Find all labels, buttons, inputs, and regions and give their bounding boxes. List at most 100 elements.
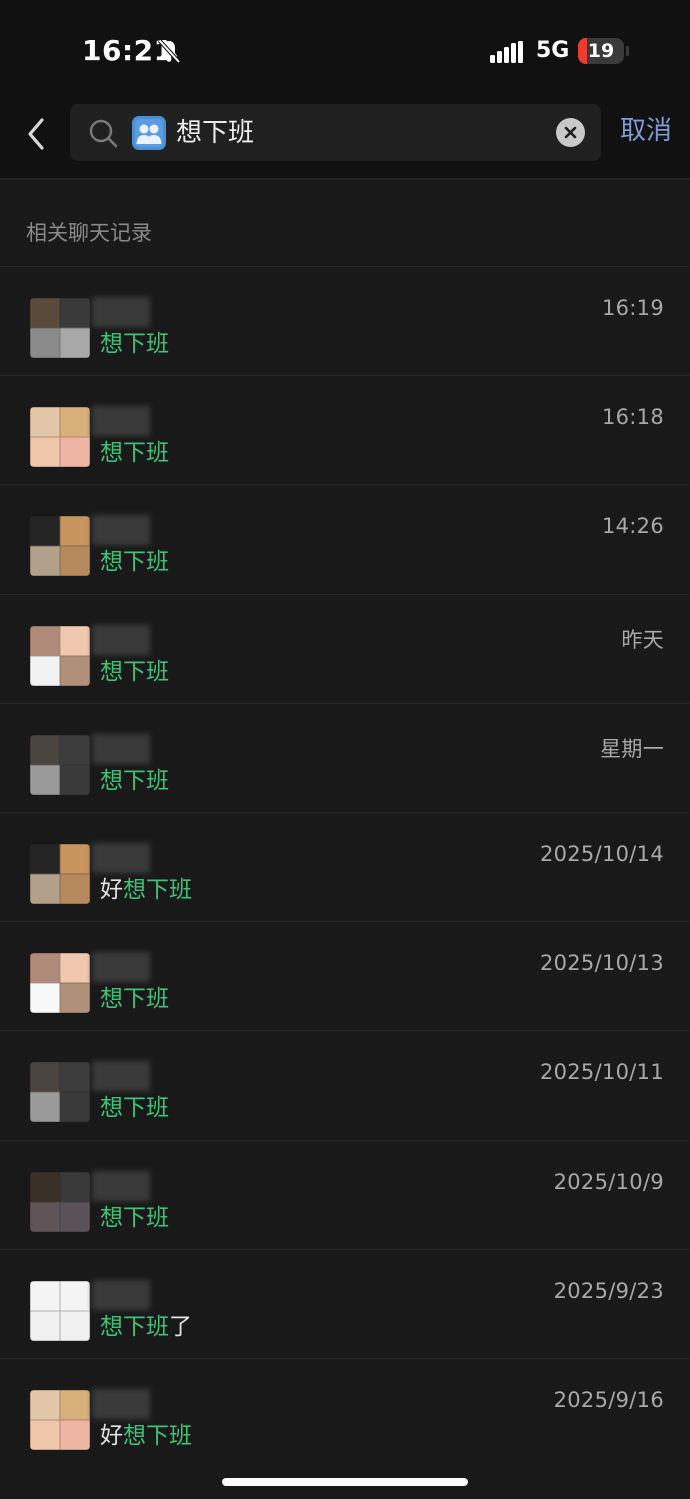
search-icon — [89, 119, 118, 148]
avatar-tile — [60, 516, 90, 547]
row-date: 昨天 — [621, 627, 664, 652]
battery-icon: 19 — [578, 38, 624, 64]
avatar-tile — [30, 655, 60, 686]
avatar — [30, 407, 90, 468]
result-list: 16:19 想下班 16:18 想下班 14:26 想下班 昨天 想下班 星期一 想下班 2025/… — [0, 266, 690, 1467]
battery-tip — [626, 46, 629, 56]
avatar — [30, 1062, 90, 1123]
message-prefix: 好 — [100, 1422, 123, 1449]
avatar-tile — [60, 625, 90, 656]
message-highlight: 想下班 — [123, 1422, 192, 1449]
row-date: 16:19 — [601, 296, 664, 320]
avatar-tile — [60, 953, 90, 984]
avatar — [30, 1389, 90, 1450]
avatar-tile — [60, 843, 90, 874]
redacted-name — [92, 842, 150, 873]
avatar-tile — [60, 298, 90, 328]
avatar-tile — [60, 873, 90, 904]
row-date: 2025/10/9 — [553, 1169, 664, 1194]
avatar-tile — [30, 298, 60, 328]
redacted-name — [92, 1170, 150, 1201]
avatar — [30, 625, 90, 686]
list-item[interactable]: 2025/9/23 想下班了 — [0, 1248, 690, 1358]
list-item[interactable]: 2025/10/14 好想下班 — [0, 811, 690, 921]
list-item[interactable]: 星期一想下班 — [0, 702, 690, 812]
status-bar: 16:21 5G 19 — [0, 0, 690, 100]
avatar-tile — [30, 1062, 60, 1093]
cancel-button[interactable]: 取消 — [620, 114, 672, 148]
message-highlight: 想下班 — [100, 658, 169, 685]
avatar-tile — [60, 1201, 90, 1232]
avatar-tile — [60, 546, 90, 577]
list-item[interactable]: 2025/10/11 想下班 — [0, 1030, 690, 1139]
message-suffix: 了 — [169, 1313, 192, 1340]
clear-icon[interactable] — [556, 118, 585, 147]
search-input[interactable]: 想下班 — [70, 104, 601, 161]
search-header: 想下班 取消 — [0, 100, 690, 180]
list-item[interactable]: 16:19 想下班 — [0, 266, 690, 375]
row-date: 星期一 — [600, 736, 664, 761]
avatar-tile — [60, 328, 90, 358]
network-type: 5G — [536, 38, 570, 63]
avatar-tile — [30, 1171, 60, 1202]
search-query: 想下班 — [176, 118, 255, 148]
avatar-tile — [60, 983, 90, 1014]
list-item[interactable]: 14:26 想下班 — [0, 484, 690, 593]
back-chevron-icon[interactable] — [20, 114, 52, 154]
message-highlight: 想下班 — [100, 986, 169, 1013]
message-highlight: 想下班 — [100, 331, 169, 357]
row-message: 想下班 — [100, 1093, 169, 1123]
avatar-tile — [60, 1310, 90, 1341]
muted-bell-icon — [158, 39, 181, 64]
avatar-tile — [60, 764, 90, 795]
avatar-tile — [30, 764, 60, 795]
row-message: 想下班 — [100, 547, 169, 577]
signal-icon — [490, 41, 523, 63]
avatar-tile — [30, 407, 60, 438]
row-message: 想下班 — [100, 766, 169, 796]
message-highlight: 想下班 — [100, 549, 169, 576]
row-message: 想下班 — [100, 329, 169, 359]
avatar-tile — [60, 407, 90, 438]
row-date: 2025/10/14 — [539, 841, 664, 866]
avatar-tile — [60, 1062, 90, 1093]
list-item[interactable]: 昨天想下班 — [0, 593, 690, 703]
avatar-tile — [60, 1092, 90, 1123]
avatar — [30, 1171, 90, 1232]
avatar-tile — [30, 625, 60, 656]
home-indicator[interactable] — [222, 1478, 468, 1486]
avatar-tile — [30, 1280, 60, 1311]
avatar-tile — [30, 1310, 60, 1341]
row-date: 2025/9/16 — [553, 1387, 664, 1412]
list-item[interactable]: 2025/10/13 想下班 — [0, 921, 690, 1030]
row-message: 想下班 — [100, 1203, 169, 1233]
avatar — [30, 1280, 90, 1341]
avatar-tile — [30, 437, 60, 468]
battery-percent: 19 — [587, 40, 615, 62]
redacted-name — [92, 733, 150, 764]
avatar — [30, 843, 90, 904]
redacted-name — [92, 515, 150, 546]
avatar-tile — [30, 516, 60, 547]
list-item[interactable]: 2025/9/16 好想下班 — [0, 1357, 690, 1467]
avatar-tile — [60, 734, 90, 765]
screen: 16:21 5G 19 想下班 取消 相关聊天记录 16:19 想下班 16:1… — [0, 0, 690, 1499]
avatar-tile — [30, 843, 60, 874]
redacted-name — [92, 1279, 150, 1310]
row-message: 好想下班 — [100, 875, 192, 905]
message-prefix: 好 — [100, 876, 123, 903]
redacted-name — [92, 297, 150, 327]
avatar-tile — [30, 1092, 60, 1123]
avatar-tile — [60, 1389, 90, 1420]
redacted-name — [92, 406, 150, 437]
list-item[interactable]: 16:18 想下班 — [0, 375, 690, 484]
row-message: 好想下班 — [100, 1421, 192, 1451]
redacted-name — [92, 1061, 150, 1092]
message-highlight: 想下班 — [100, 440, 169, 467]
avatar-tile — [30, 328, 60, 358]
avatar-tile — [30, 1419, 60, 1450]
message-highlight: 想下班 — [100, 1204, 169, 1231]
message-highlight: 想下班 — [100, 1095, 169, 1122]
row-date: 16:18 — [601, 405, 664, 430]
list-item[interactable]: 2025/10/9 想下班 — [0, 1139, 690, 1249]
